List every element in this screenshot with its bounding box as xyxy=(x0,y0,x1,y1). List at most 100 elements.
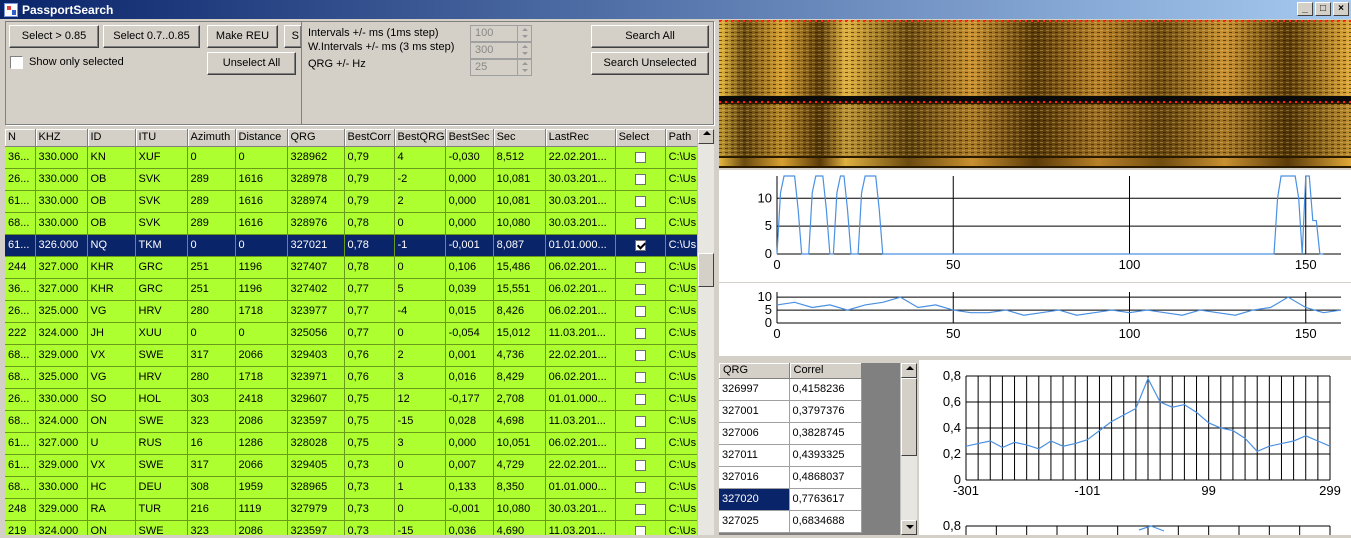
select-cell[interactable] xyxy=(615,278,666,301)
column-header-id[interactable]: ID xyxy=(87,129,136,147)
close-icon[interactable]: × xyxy=(1333,2,1349,16)
select-cell[interactable] xyxy=(615,432,666,455)
qrg-spinner[interactable]: 25 xyxy=(470,59,532,76)
select-cell[interactable] xyxy=(615,366,666,389)
unselect-all-button[interactable]: Unselect All xyxy=(207,52,296,75)
select-cell[interactable] xyxy=(615,300,666,323)
table-row[interactable]: 36... 327.000 KHR GRC 251 1196 327402 0,77 5 0,03… xyxy=(5,278,700,301)
intervals-spinner[interactable]: 100 xyxy=(470,25,532,42)
select-cell[interactable] xyxy=(615,476,666,499)
table-row[interactable]: 222 324.000 JH XUU 0 0 325056 0,77 0 -0,054 15,012… xyxy=(5,322,700,345)
select-checkbox[interactable] xyxy=(634,283,646,295)
scroll-thumb[interactable] xyxy=(698,253,714,287)
select-checkbox[interactable] xyxy=(634,393,646,405)
table-row[interactable]: 26... 330.000 SO HOL 303 2418 329607 0,75 12 -0,1… xyxy=(5,388,700,411)
select-cell[interactable] xyxy=(615,168,666,191)
column-header-qrg[interactable]: QRG xyxy=(287,129,345,147)
select-checkbox[interactable] xyxy=(634,481,646,493)
table-row[interactable]: 26... 330.000 OB SVK 289 1616 328978 0,79 -2 0,00… xyxy=(5,168,700,191)
column-header-bestqrg[interactable]: BestQRG xyxy=(394,129,446,147)
table-row[interactable]: 68... 329.000 VX SWE 317 2066 329403 0,76 2 0,001… xyxy=(5,344,700,367)
scroll-up-icon[interactable] xyxy=(698,129,714,144)
column-header-path[interactable]: Path xyxy=(665,129,700,147)
column-header-lastrec[interactable]: LastRec xyxy=(545,129,616,147)
select-checkbox[interactable] xyxy=(634,437,646,449)
column-header-bestsec[interactable]: BestSec xyxy=(445,129,494,147)
spinner-arrows-icon[interactable] xyxy=(517,60,531,75)
list-item[interactable]: 327016 0,4868037 xyxy=(719,466,862,489)
table-row[interactable]: 68... 330.000 HC DEU 308 1959 328965 0,73 1 0,133… xyxy=(5,476,700,499)
select-cell[interactable] xyxy=(615,388,666,411)
minimize-icon[interactable]: _ xyxy=(1297,2,1313,16)
select-cell[interactable] xyxy=(615,454,666,477)
maximize-icon[interactable]: □ xyxy=(1315,2,1331,16)
show-only-selected-checkbox[interactable] xyxy=(10,56,23,69)
select-085-button[interactable]: Select > 0.85 xyxy=(9,25,99,48)
table-row[interactable]: 61... 330.000 OB SVK 289 1616 328974 0,79 2 0,000… xyxy=(5,190,700,213)
column-header-itu[interactable]: ITU xyxy=(135,129,188,147)
table-row[interactable]: 61... 329.000 VX SWE 317 2066 329405 0,73 0 0,007… xyxy=(5,454,700,477)
table-row[interactable]: 26... 325.000 VG HRV 280 1718 323977 0,77 -4 0,01… xyxy=(5,300,700,323)
table-row[interactable]: 248 329.000 RA TUR 216 1119 327979 0,73 0 -0,001 1… xyxy=(5,498,700,521)
make-reu-button[interactable]: Make REU xyxy=(207,25,278,48)
table-row[interactable]: 61... 327.000 U RUS 16 1286 328028 0,75 3 0,000 10… xyxy=(5,432,700,455)
select-checkbox[interactable] xyxy=(634,349,646,361)
select-cell[interactable] xyxy=(615,498,666,521)
table-row[interactable]: 68... 324.000 ON SWE 323 2086 323597 0,75 -15 0,0… xyxy=(5,410,700,433)
w-intervals-spinner[interactable]: 300 xyxy=(470,42,532,59)
list-item[interactable]: 327011 0,4393325 xyxy=(719,444,862,467)
select-cell[interactable] xyxy=(615,410,666,433)
spinner-arrows-icon[interactable] xyxy=(517,43,531,58)
list-scrollbar[interactable] xyxy=(900,363,917,535)
table-row[interactable]: 68... 325.000 VG HRV 280 1718 323971 0,76 3 0,016… xyxy=(5,366,700,389)
list-scroll-down-icon[interactable] xyxy=(901,520,917,535)
select-checkbox[interactable] xyxy=(634,239,646,251)
select-checkbox[interactable] xyxy=(634,415,646,427)
column-header-select[interactable]: Select xyxy=(615,129,666,147)
spinner-arrows-icon[interactable] xyxy=(517,26,531,41)
select-cell[interactable] xyxy=(615,146,666,169)
table-row[interactable]: 68... 330.000 OB SVK 289 1616 328976 0,78 0 0,000… xyxy=(5,212,700,235)
select-cell[interactable] xyxy=(615,212,666,235)
list-scroll-up-icon[interactable] xyxy=(901,363,917,378)
select-cell[interactable] xyxy=(615,344,666,367)
list-item[interactable]: 327001 0,3797376 xyxy=(719,400,862,423)
select-cell[interactable] xyxy=(615,234,666,257)
select-checkbox[interactable] xyxy=(634,305,646,317)
column-header-khz[interactable]: KHZ xyxy=(35,129,88,147)
select-checkbox[interactable] xyxy=(634,217,646,229)
select-checkbox[interactable] xyxy=(634,327,646,339)
select-checkbox[interactable] xyxy=(634,525,646,535)
select-cell[interactable] xyxy=(615,520,666,535)
s-button[interactable]: S xyxy=(284,25,302,48)
table-row[interactable]: 244 327.000 KHR GRC 251 1196 327407 0,78 0 0,106 1… xyxy=(5,256,700,279)
select-cell[interactable] xyxy=(615,256,666,279)
select-checkbox[interactable] xyxy=(634,371,646,383)
table-row[interactable]: 36... 330.000 KN XUF 0 0 328962 0,79 4 -0,030 8,51… xyxy=(5,146,700,169)
list-header-correl[interactable]: Correl xyxy=(789,363,862,379)
table-row[interactable]: 219 324.000 ON SWE 323 2086 323597 0,73 -15 0,036… xyxy=(5,520,700,535)
select-checkbox[interactable] xyxy=(634,459,646,471)
select-checkbox[interactable] xyxy=(634,195,646,207)
select-checkbox[interactable] xyxy=(634,151,646,163)
select-cell[interactable] xyxy=(615,190,666,213)
list-item[interactable]: 327006 0,3828745 xyxy=(719,422,862,445)
list-item[interactable]: 327020 0,7763617 xyxy=(719,488,862,511)
table-row[interactable]: 61... 326.000 NQ TKM 0 0 327021 0,78 -1 -0,001 8,0… xyxy=(5,234,700,257)
select-cell[interactable] xyxy=(615,322,666,345)
column-header-n[interactable]: N xyxy=(5,129,36,147)
column-header-sec[interactable]: Sec xyxy=(493,129,546,147)
column-header-bestcorr[interactable]: BestCorr xyxy=(344,129,395,147)
list-scroll-thumb[interactable] xyxy=(901,378,917,456)
search-unselected-button[interactable]: Search Unselected xyxy=(591,52,709,75)
select-checkbox[interactable] xyxy=(634,173,646,185)
search-all-button[interactable]: Search All xyxy=(591,25,709,48)
list-item[interactable]: 327025 0,6834688 xyxy=(719,510,862,533)
column-header-distance[interactable]: Distance xyxy=(235,129,288,147)
list-header-qrg[interactable]: QRG xyxy=(719,363,790,379)
column-header-azimuth[interactable]: Azimuth xyxy=(187,129,236,147)
list-item[interactable]: 326997 0,4158236 xyxy=(719,378,862,401)
select-07-085-button[interactable]: Select 0.7..0.85 xyxy=(103,25,200,48)
select-checkbox[interactable] xyxy=(634,503,646,515)
grid-scrollbar[interactable] xyxy=(697,129,714,535)
